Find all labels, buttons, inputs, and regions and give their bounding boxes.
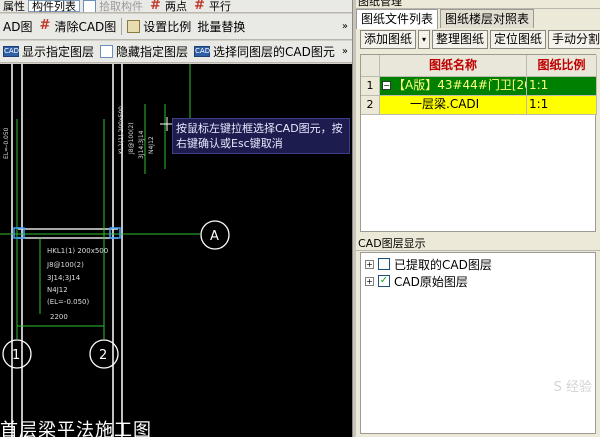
- axis-2-label: 2: [99, 348, 107, 363]
- beam-label-line: J8@100(2): [46, 261, 84, 269]
- expand-icon[interactable]: +: [365, 276, 374, 286]
- batch-replace-button[interactable]: 批量替换: [194, 14, 248, 39]
- checkbox-checked[interactable]: ✓: [378, 275, 390, 287]
- table-header: 图纸名称 图纸比例: [361, 55, 597, 77]
- clear-cad-icon: #: [39, 18, 51, 33]
- row-index: 1: [361, 77, 380, 96]
- manual-split-button[interactable]: 手动分割: [548, 30, 600, 49]
- top-toolbar: 属性 构件列表 拾取构件 # 两点 # 平行: [0, 0, 352, 13]
- tab-floor-mapping[interactable]: 图纸楼层对照表: [440, 9, 535, 28]
- vertical-annotation: N4J12: [148, 136, 155, 154]
- toolbar-overflow-button[interactable]: »: [338, 46, 352, 57]
- checkbox[interactable]: [378, 258, 390, 270]
- clear-cad-button[interactable]: # 清除CAD图: [35, 14, 119, 39]
- select-same-layer-button[interactable]: CAD 选择同图层的CAD图元: [191, 41, 338, 62]
- cad-icon: CAD: [3, 46, 20, 57]
- row-scale[interactable]: 1:1: [527, 96, 597, 115]
- parallel-button[interactable]: # 平行: [190, 0, 234, 12]
- cad-toolbar: AD图 # 清除CAD图 设置比例 批量替换 »: [0, 14, 352, 40]
- toolbar-overflow-button[interactable]: »: [338, 21, 352, 32]
- table-row[interactable]: 2 一层梁.CADI 1:1: [361, 96, 597, 115]
- row-name[interactable]: − 【A版】43#44#门卫[201: [380, 77, 527, 96]
- table-row[interactable]: 1 − 【A版】43#44#门卫[201 1:1: [361, 77, 597, 96]
- beam-label-line: (EL=-0.050): [47, 298, 89, 306]
- selection-tooltip: 按鼠标左键拉框选择CAD图元，按右键确认或Esc键取消: [172, 118, 350, 154]
- two-points-button[interactable]: # 两点: [146, 0, 190, 12]
- pick-component-button[interactable]: 拾取构件: [80, 0, 146, 12]
- layer-toolbar: CAD 显示指定图层 隐藏指定图层 CAD 选择同图层的CAD图元 »: [0, 41, 352, 63]
- beam-label-line: 3J14;3J14: [47, 274, 81, 282]
- panel-title: 图纸管理: [356, 0, 600, 9]
- toolbar-divider: [121, 17, 123, 36]
- beam-label-line: N4J12: [47, 286, 68, 294]
- drawing-manager-panel: 图纸管理 图纸文件列表 图纸楼层对照表 添加图纸 ▾ 整理图纸 定位图纸 手动分…: [356, 0, 600, 437]
- cad-canvas[interactable]: A 1 2 HKL1(1) 200x500 J8@100(2) 3J14;3J1…: [0, 64, 352, 437]
- drawing-button-row: 添加图纸 ▾ 整理图纸 定位图纸 手动分割: [360, 30, 600, 50]
- vertical-annotation: EL=-0.050: [3, 127, 10, 159]
- vertical-label: EL=-0.050: [3, 127, 10, 159]
- row-name[interactable]: 一层梁.CADI: [380, 96, 527, 115]
- axis-1-label: 1: [12, 348, 20, 363]
- drawing-title: 首层梁平法施工图: [0, 420, 152, 437]
- attribute-tab[interactable]: 属性: [0, 0, 28, 12]
- organize-drawing-button[interactable]: 整理图纸: [432, 30, 489, 49]
- parallel-icon: #: [194, 0, 205, 13]
- pick-icon: [83, 0, 96, 12]
- collapse-icon[interactable]: −: [382, 81, 391, 90]
- axis-a-label: A: [210, 229, 219, 244]
- vertical-label: J8@100(2): [128, 122, 135, 155]
- hide-icon: [100, 45, 114, 58]
- tree-item[interactable]: + ✓ CAD原始图层: [365, 273, 468, 289]
- locate-drawing-button[interactable]: 定位图纸: [490, 30, 547, 49]
- vertical-annotation: 3J14;3J14: [138, 130, 145, 159]
- tree-item[interactable]: + 已提取的CAD图层: [365, 256, 492, 272]
- layer-panel-title: CAD图层显示: [356, 238, 600, 251]
- hide-layer-button[interactable]: 隐藏指定图层: [97, 41, 191, 62]
- watermark: S 经验: [553, 380, 592, 395]
- row-scale[interactable]: 1:1: [527, 77, 597, 96]
- header-scale[interactable]: 图纸比例: [527, 55, 597, 77]
- beam-label-line: HKL1(1) 200x500: [47, 247, 108, 255]
- chevron-down-icon[interactable]: ▾: [418, 30, 431, 49]
- header-index: [361, 55, 380, 77]
- vertical-label: KL1(1) 200x500: [118, 106, 125, 154]
- vertical-annotation: J8@100(2): [128, 122, 135, 155]
- vertical-label: N4J12: [148, 136, 155, 154]
- row-index: 2: [361, 96, 380, 115]
- scale-icon: [127, 20, 141, 33]
- two-points-icon: #: [150, 0, 161, 13]
- cad-select-icon: CAD: [194, 46, 211, 57]
- expand-icon[interactable]: +: [365, 259, 374, 269]
- show-layer-button[interactable]: CAD 显示指定图层: [0, 41, 97, 62]
- set-scale-button[interactable]: 设置比例: [124, 14, 194, 39]
- vertical-annotation: KL1(1) 200x500: [118, 106, 125, 154]
- dimension-label: 2200: [50, 313, 68, 321]
- add-drawing-button[interactable]: 添加图纸: [360, 30, 417, 49]
- cad-layer-button[interactable]: AD图: [0, 14, 35, 39]
- cad-layer-tree: + 已提取的CAD图层 + ✓ CAD原始图层: [360, 252, 596, 434]
- drawing-table: 图纸名称 图纸比例 1 − 【A版】43#44#门卫[201 1:1 2 一层梁.…: [360, 54, 597, 232]
- header-name[interactable]: 图纸名称: [380, 55, 527, 77]
- vertical-label: 3J14;3J14: [138, 130, 145, 159]
- tab-drawing-file-list[interactable]: 图纸文件列表: [356, 9, 439, 29]
- drawing-tabs: 图纸文件列表 图纸楼层对照表: [356, 9, 536, 29]
- component-list-tab[interactable]: 构件列表: [28, 0, 80, 12]
